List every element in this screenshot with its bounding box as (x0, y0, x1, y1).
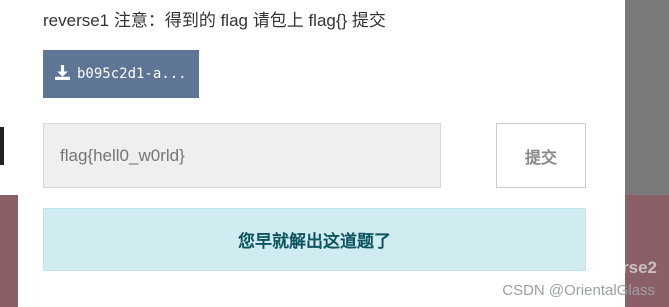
already-solved-banner: 您早就解出这道题了 (43, 208, 586, 271)
download-file-button[interactable]: b095c2d1-a... (43, 50, 199, 98)
challenge-description: reverse1 注意：得到的 flag 请包上 flag{} 提交 (43, 11, 386, 30)
watermark: CSDN @OrientalGlass (502, 282, 655, 299)
flag-input[interactable] (43, 123, 441, 188)
download-file-label: b095c2d1-a... (77, 66, 187, 82)
backdrop-card-left (0, 195, 18, 307)
backdrop-challenge-title: rse2 (622, 258, 657, 277)
challenge-modal: reverse1 注意：得到的 flag 请包上 flag{} 提交 b095c… (18, 0, 625, 307)
backdrop-element (0, 127, 4, 165)
download-icon (54, 64, 71, 85)
submit-button[interactable]: 提交 (496, 123, 586, 188)
